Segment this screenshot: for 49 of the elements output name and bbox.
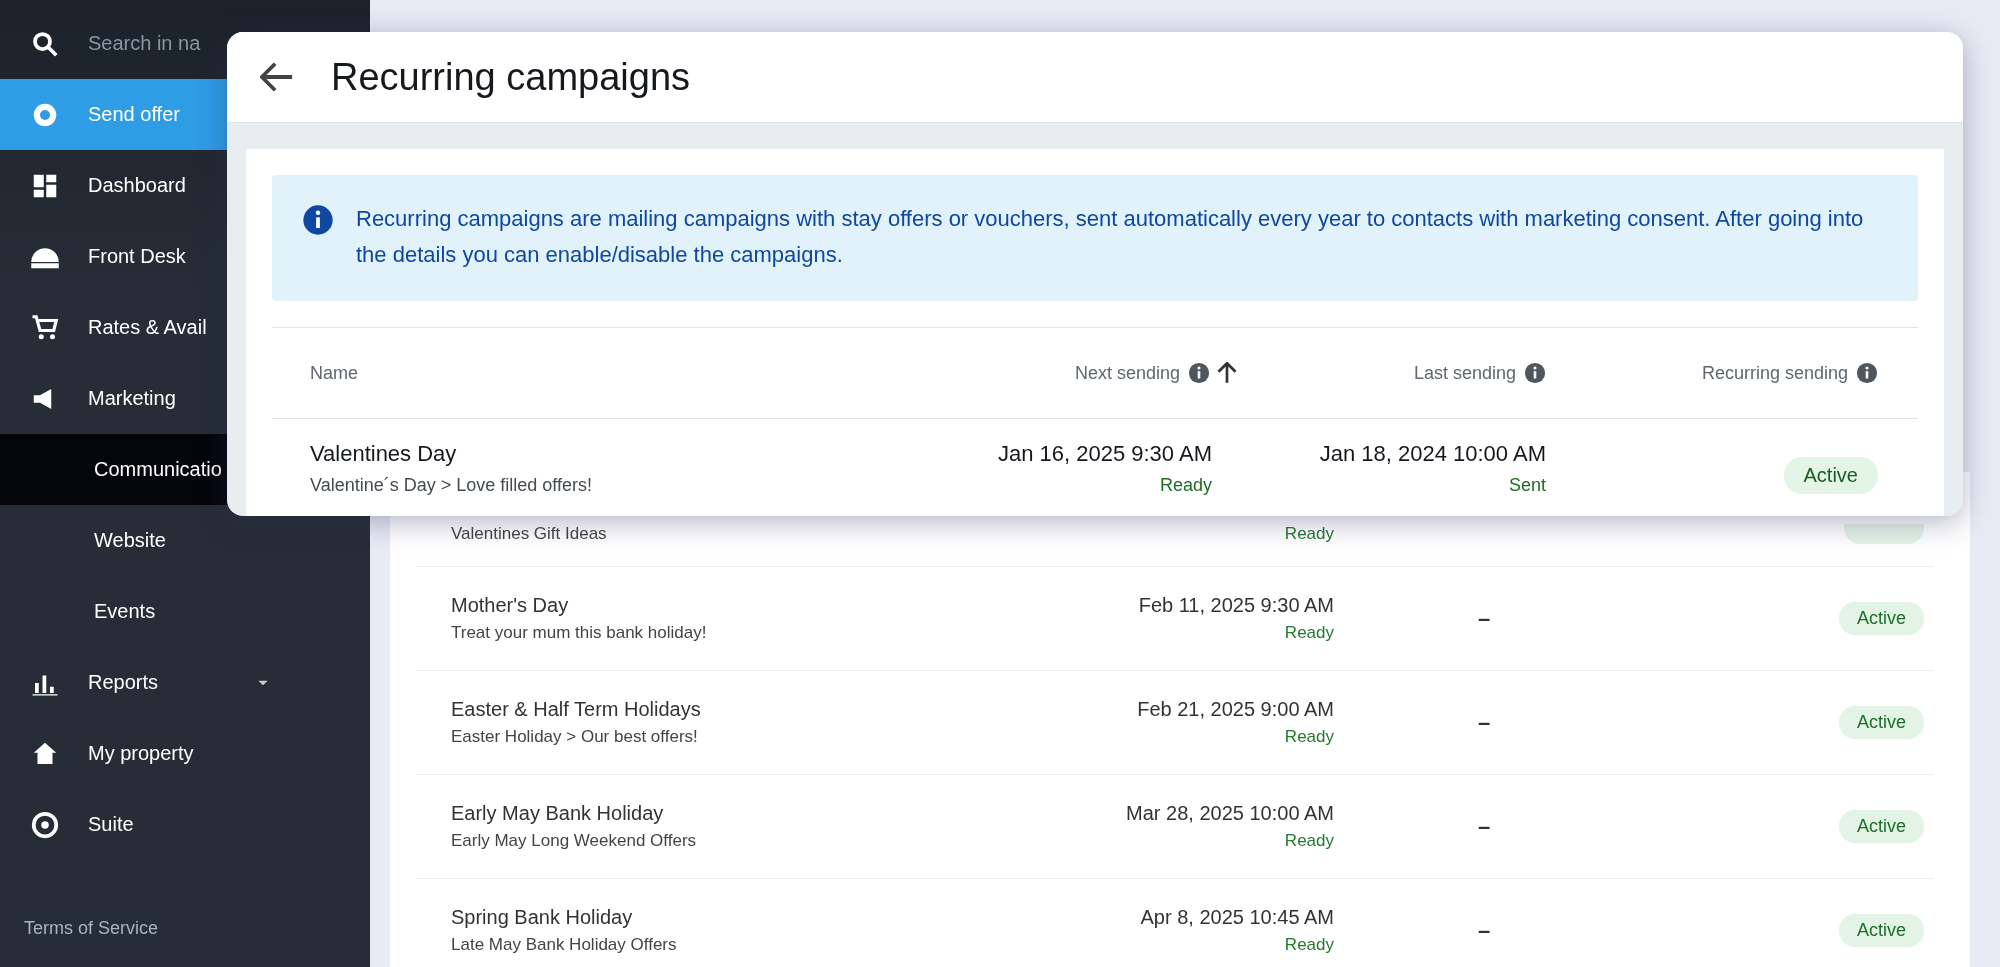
- campaign-subtitle: Valentines Gift Ideas: [450, 524, 608, 544]
- campaign-subtitle: Late May Bank Holiday Offers: [450, 935, 678, 955]
- info-icon[interactable]: [1524, 362, 1546, 384]
- column-header[interactable]: Last sending: [1413, 362, 1516, 384]
- status-badge: Active: [1783, 457, 1878, 494]
- sidebar-item[interactable]: Website: [0, 505, 370, 576]
- status-text: Ready: [1283, 935, 1334, 955]
- campaign-name: Mother's Day: [450, 594, 570, 617]
- status-text: Sent: [1507, 475, 1546, 496]
- next-sending-date: Mar 28, 2025 10:00 AM: [1125, 802, 1334, 825]
- last-sending-date: Jan 18, 2024 10:00 AM: [1318, 441, 1546, 467]
- campaign-name: Early May Bank Holiday: [450, 802, 665, 825]
- next-sending-date: Jan 16, 2025 9:30 AM: [996, 441, 1212, 467]
- status-badge: Active: [1838, 706, 1924, 739]
- next-sending-date: Feb 21, 2025 9:00 AM: [1136, 698, 1334, 721]
- sidebar-item[interactable]: Events: [0, 576, 370, 647]
- status-text: Ready: [1283, 727, 1334, 747]
- status-badge: Active: [1838, 602, 1924, 635]
- status-text: Ready: [1158, 475, 1212, 496]
- campaign-subtitle: Early May Long Weekend Offers: [450, 831, 698, 851]
- campaign-subtitle: Easter Holiday > Our best offers!: [450, 727, 699, 747]
- status-badge: Active: [1838, 914, 1924, 947]
- column-header[interactable]: Next sending: [1074, 362, 1180, 384]
- info-icon[interactable]: [302, 204, 334, 236]
- terms-link[interactable]: Terms of Service: [0, 918, 370, 967]
- last-sending-date: –: [1476, 605, 1492, 632]
- status-badge: Active: [1838, 810, 1924, 843]
- last-sending-date: –: [1476, 709, 1492, 736]
- sidebar-item[interactable]: Rates & Avail: [0, 292, 370, 363]
- status-text: Ready: [1283, 831, 1334, 851]
- next-sending-date: Apr 8, 2025 10:45 AM: [1139, 906, 1334, 929]
- info-icon[interactable]: [1188, 362, 1210, 384]
- info-text: Recurring campaigns are mailing campaigns with stay offers or vouchers, sent automatically every year to contacts with marketing consent. After going into the details you can enable/disable the campaigns.: [356, 205, 1865, 269]
- column-header[interactable]: Recurring sending: [1701, 362, 1848, 384]
- sidebar-item[interactable]: Suite: [0, 789, 370, 860]
- campaign-subtitle: Treat your mum this bank holiday!: [450, 623, 708, 643]
- campaign-name: Spring Bank Holiday: [450, 906, 634, 929]
- last-sending-date: –: [1476, 917, 1492, 944]
- column-header[interactable]: Name: [310, 362, 358, 384]
- sort-arrow-icon[interactable]: [1216, 362, 1238, 384]
- status-text: Ready: [1283, 623, 1334, 643]
- sidebar-item-icon: [30, 809, 60, 840]
- last-sending-date: –: [1476, 813, 1492, 840]
- sidebar-item[interactable]: My property: [0, 718, 370, 789]
- sidebar-item[interactable]: Reports: [0, 647, 370, 718]
- campaign-name: Easter & Half Term Holidays: [450, 698, 702, 721]
- info-icon[interactable]: [1856, 362, 1878, 384]
- status-text: Ready: [1283, 524, 1334, 544]
- next-sending-date: Feb 11, 2025 9:30 AM: [1137, 594, 1334, 617]
